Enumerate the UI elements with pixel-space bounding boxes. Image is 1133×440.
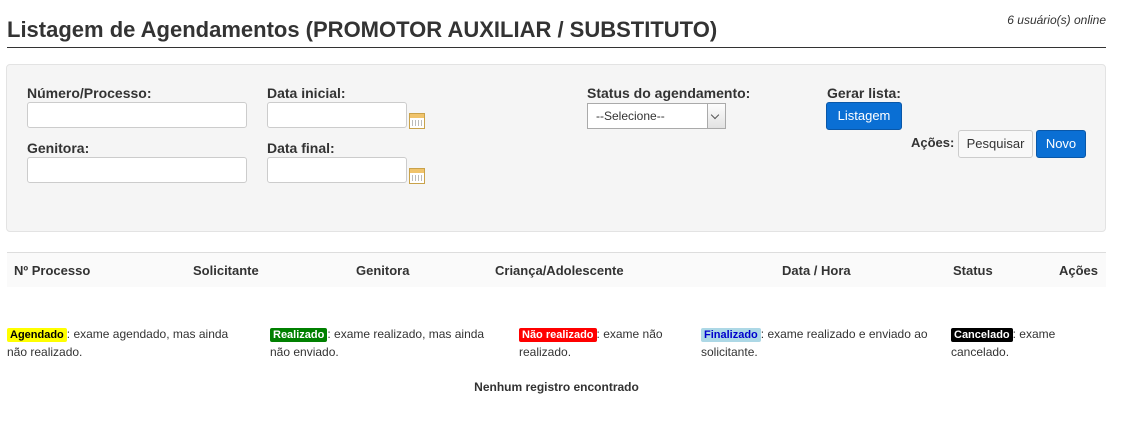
table-header: Nº Processo Solicitante Genitora Criança… xyxy=(7,252,1106,287)
numero-processo-input[interactable] xyxy=(27,102,247,128)
data-inicial-label: Data inicial: xyxy=(267,85,346,101)
legend-item-finalizado: Finalizado: exame realizado e enviado ao… xyxy=(701,325,949,361)
col-solicitante: Solicitante xyxy=(193,263,259,278)
legend-text: não enviado. xyxy=(270,345,339,359)
status-selected-value: --Selecione-- xyxy=(596,109,665,123)
col-status: Status xyxy=(953,263,993,278)
legend-text: : exame xyxy=(1012,327,1056,341)
legend-item-agendado: Agendado: exame agendado, mas ainda não … xyxy=(7,325,262,361)
gerar-lista-label: Gerar lista: xyxy=(827,85,901,101)
legend-text: : exame realizado e enviado ao xyxy=(760,327,928,341)
legend-text: cancelado. xyxy=(951,345,1010,359)
genitora-input[interactable] xyxy=(27,157,247,183)
legend-text: não realizado. xyxy=(7,345,83,359)
novo-button[interactable]: Novo xyxy=(1036,130,1086,158)
status-select[interactable]: --Selecione-- xyxy=(587,103,726,129)
genitora-label: Genitora: xyxy=(27,140,90,156)
chevron-down-icon[interactable] xyxy=(707,104,725,128)
listagem-button[interactable]: Listagem xyxy=(826,102,902,130)
data-final-label: Data final: xyxy=(267,140,335,156)
data-final-input[interactable] xyxy=(267,157,407,183)
col-acoes: Ações xyxy=(1059,263,1099,278)
legend-text: : exame realizado, mas ainda xyxy=(327,327,485,341)
acoes-label: Ações: xyxy=(911,135,955,150)
legend-item-realizado: Realizado: exame realizado, mas ainda nã… xyxy=(270,325,515,361)
page-header: Listagem de Agendamentos (PROMOTOR AUXIL… xyxy=(7,0,1106,48)
status-badge-cancelado: Cancelado xyxy=(951,328,1013,342)
status-badge-agendado: Agendado xyxy=(7,328,67,342)
col-data-hora: Data / Hora xyxy=(782,263,851,278)
status-badge-nao-realizado: Não realizado xyxy=(519,328,597,342)
legend-item-cancelado: Cancelado: exame cancelado. xyxy=(951,325,1111,361)
legend-text: : exame agendado, mas ainda xyxy=(66,327,229,341)
data-inicial-input[interactable] xyxy=(267,102,407,128)
legend-text: solicitante. xyxy=(701,345,758,359)
calendar-icon[interactable] xyxy=(409,113,425,129)
col-processo: Nº Processo xyxy=(14,263,91,278)
online-users: 6 usuário(s) online xyxy=(1007,13,1106,27)
pesquisar-button[interactable]: Pesquisar xyxy=(958,130,1033,158)
col-crianca: Criança/Adolescente xyxy=(495,263,624,278)
legend-text: : exame não xyxy=(596,327,663,341)
calendar-icon[interactable] xyxy=(409,168,425,184)
status-label: Status do agendamento: xyxy=(587,85,751,101)
status-badge-realizado: Realizado xyxy=(270,328,328,342)
page-title: Listagem de Agendamentos (PROMOTOR AUXIL… xyxy=(7,17,718,42)
legend-item-nao-realizado: Não realizado: exame não realizado. xyxy=(519,325,699,361)
col-genitora: Genitora xyxy=(356,263,410,278)
numero-label: Número/Processo: xyxy=(27,85,152,101)
legend-text: realizado. xyxy=(519,345,572,359)
status-badge-finalizado: Finalizado xyxy=(701,328,761,342)
filter-panel: Número/Processo: Data inicial: Genitora:… xyxy=(6,64,1106,232)
empty-message: Nenhum registro encontrado xyxy=(474,380,639,394)
